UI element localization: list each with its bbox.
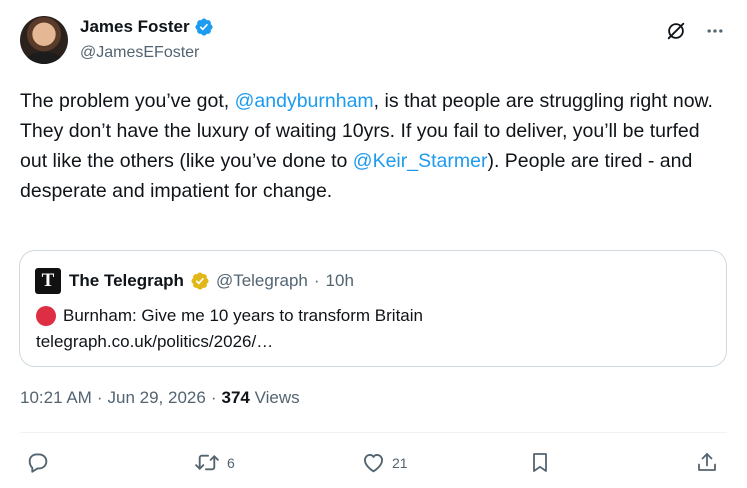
meta-separator-2: · xyxy=(210,388,217,407)
author-display-name[interactable]: James Foster xyxy=(80,17,190,37)
tweet-date[interactable]: Jun 29, 2026 xyxy=(108,388,206,408)
reply-button[interactable] xyxy=(25,450,56,475)
share-icon xyxy=(698,453,716,471)
mention-link[interactable]: @Keir_Starmer xyxy=(353,150,488,172)
telegraph-logo[interactable]: T xyxy=(35,268,61,294)
bookmark-button[interactable] xyxy=(528,450,552,475)
like-icon xyxy=(364,453,383,473)
like-count: 21 xyxy=(392,454,408,471)
tweet-meta: 10:21 AM · Jun 29, 2026 · 374 Views xyxy=(20,388,300,408)
meta-separator: · xyxy=(96,388,103,407)
quoted-body: Burnham: Give me 10 years to transform B… xyxy=(36,303,423,355)
author-name-row: James Foster xyxy=(80,17,214,37)
quoted-separator: · xyxy=(313,271,320,290)
like-button[interactable]: 21 xyxy=(361,450,408,475)
quoted-link[interactable]: telegraph.co.uk/politics/2026/… xyxy=(36,329,423,355)
retweet-icon xyxy=(195,454,219,471)
quoted-tweet[interactable]: T The Telegraph @Telegraph · 10h Burnham… xyxy=(19,250,727,367)
tweet-text: The problem you’ve got, @andyburnham, is… xyxy=(20,86,720,206)
tweet-time[interactable]: 10:21 AM xyxy=(20,388,92,408)
views-label: Views xyxy=(254,388,300,407)
divider xyxy=(20,432,727,433)
verified-badge-icon xyxy=(195,18,213,36)
reply-icon xyxy=(28,453,48,473)
gold-verified-badge-icon xyxy=(191,272,209,290)
quoted-headline: Burnham: Give me 10 years to transform B… xyxy=(63,306,423,325)
quoted-tweet-header: T The Telegraph @Telegraph · 10h xyxy=(35,268,354,294)
action-bar: 6 21 xyxy=(0,448,747,478)
red-circle-icon xyxy=(36,306,56,326)
avatar[interactable] xyxy=(20,16,68,64)
more-icon[interactable] xyxy=(705,21,725,41)
quoted-age[interactable]: 10h xyxy=(326,271,354,291)
top-actions xyxy=(665,20,725,42)
retweet-button[interactable]: 6 xyxy=(193,450,235,475)
bookmark-icon xyxy=(533,453,547,472)
tweet-text-segment: The problem you’ve got, xyxy=(20,90,235,112)
quoted-headline-line: Burnham: Give me 10 years to transform B… xyxy=(36,303,423,329)
share-button[interactable] xyxy=(695,450,719,475)
quoted-display-name[interactable]: The Telegraph xyxy=(69,271,184,291)
author-handle[interactable]: @JamesEFoster xyxy=(80,44,199,62)
quoted-handle[interactable]: @Telegraph xyxy=(216,271,308,291)
retweet-count: 6 xyxy=(227,454,235,471)
mention-link[interactable]: @andyburnham xyxy=(235,90,374,112)
views-count[interactable]: 374 xyxy=(221,388,249,407)
grok-icon[interactable] xyxy=(665,20,687,42)
